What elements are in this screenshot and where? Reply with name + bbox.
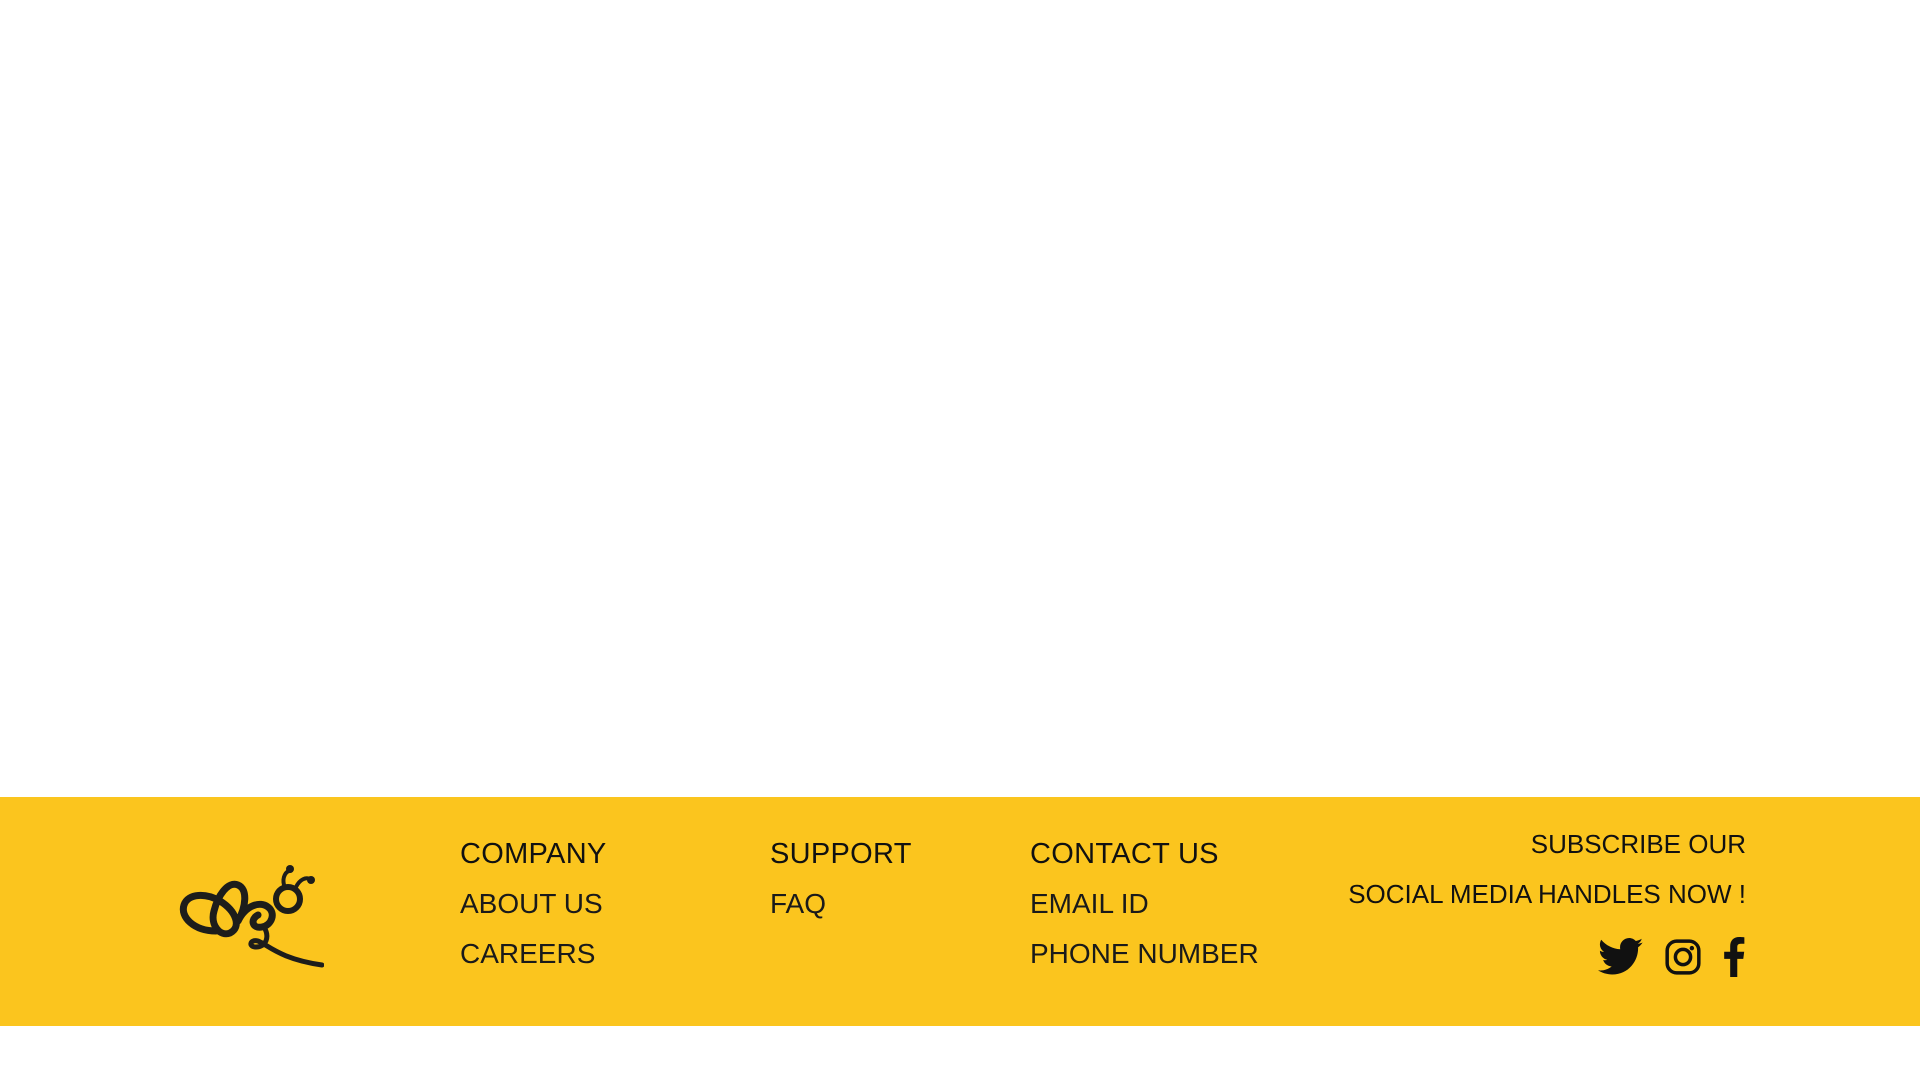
site-footer: COMPANY ABOUT US CAREERS SUPPORT FAQ CON… xyxy=(0,797,1920,1026)
bottom-blank-strip xyxy=(0,1026,1920,1080)
footer-column-support: SUPPORT FAQ xyxy=(770,837,912,937)
contact-us-heading: CONTACT US xyxy=(1030,838,1219,870)
twitter-icon[interactable] xyxy=(1598,938,1644,976)
social-icons xyxy=(1598,937,1746,977)
phone-number-link[interactable]: PHONE NUMBER xyxy=(1030,937,1259,971)
blank-content-area xyxy=(0,0,1920,797)
footer-column-contact: CONTACT US EMAIL ID PHONE NUMBER xyxy=(1030,837,1259,987)
email-id-link[interactable]: EMAIL ID xyxy=(1030,887,1259,921)
subscribe-line-2: SOCIAL MEDIA HANDLES NOW ! xyxy=(1348,879,1746,909)
bee-logo-icon[interactable] xyxy=(176,855,324,971)
about-us-link[interactable]: ABOUT US xyxy=(460,887,607,921)
facebook-icon[interactable] xyxy=(1722,937,1746,977)
careers-link[interactable]: CAREERS xyxy=(460,937,607,971)
instagram-icon[interactable] xyxy=(1664,938,1702,976)
faq-link[interactable]: FAQ xyxy=(770,887,912,921)
company-heading: COMPANY xyxy=(460,838,607,870)
subscribe-line-1: SUBSCRIBE OUR xyxy=(1530,829,1746,859)
footer-column-company: COMPANY ABOUT US CAREERS xyxy=(460,837,607,987)
page: COMPANY ABOUT US CAREERS SUPPORT FAQ CON… xyxy=(0,0,1920,1080)
support-heading: SUPPORT xyxy=(770,838,912,870)
subscribe-block: SUBSCRIBE OUR SOCIAL MEDIA HANDLES NOW ! xyxy=(1348,827,1746,927)
